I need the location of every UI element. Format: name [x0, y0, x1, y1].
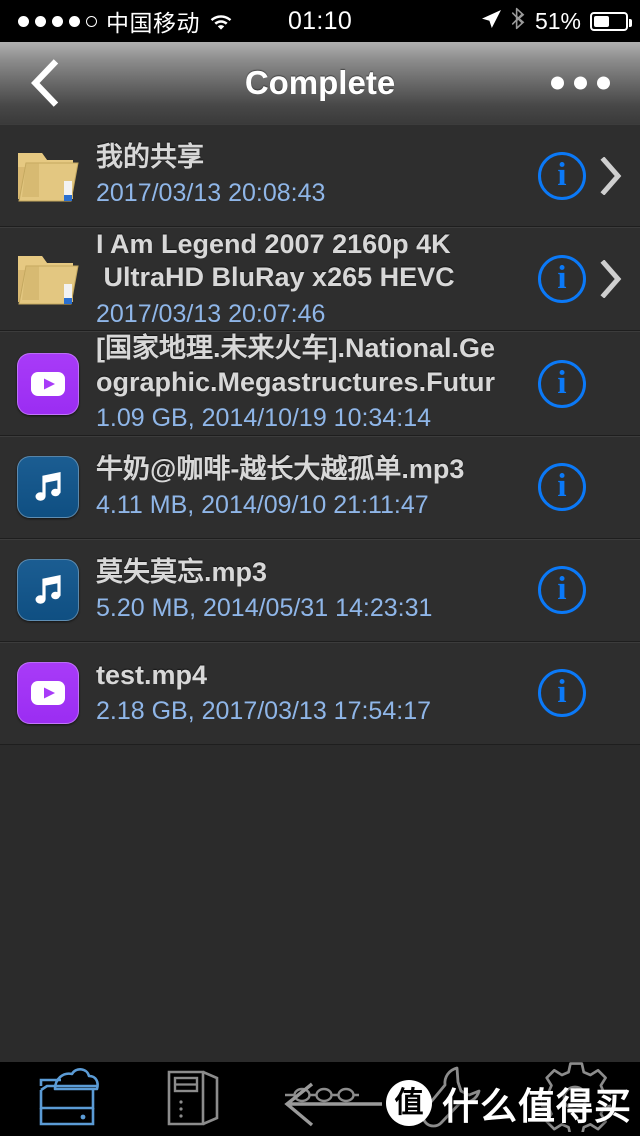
info-button[interactable]: i — [538, 255, 586, 303]
disclosure-chevron-icon[interactable] — [600, 157, 622, 195]
bottom-toolbar — [0, 1062, 640, 1136]
video-file-icon — [17, 662, 79, 724]
wrench-icon — [413, 1062, 483, 1136]
status-bar: 中国移动 01:10 51% — [0, 0, 640, 42]
info-button[interactable]: i — [538, 566, 586, 614]
file-type-icon — [0, 145, 96, 207]
disclosure-chevron-icon[interactable] — [600, 260, 622, 298]
list-item-text: 莫失莫忘.mp3 5.20 MB, 2014/05/31 14:23:31 — [96, 556, 512, 625]
chevron-spacer — [600, 674, 622, 712]
list-item-title: 我的共享 — [96, 141, 506, 174]
ellipsis-icon[interactable] — [551, 77, 610, 90]
info-button[interactable]: i — [538, 360, 586, 408]
info-button[interactable]: i — [538, 463, 586, 511]
list-item[interactable]: 我的共享 2017/03/13 20:08:43 i — [0, 124, 640, 227]
list-item-text: 牛奶@咖啡-越长大越孤单.mp3 4.11 MB, 2014/09/10 21:… — [96, 453, 512, 522]
bluetooth-icon — [511, 7, 526, 35]
tab-tools[interactable] — [384, 1062, 512, 1136]
app-root: 中国移动 01:10 51% — [0, 0, 640, 1136]
list-item-text: [国家地理.未来火车].National.Ge ographic.Megastr… — [96, 332, 512, 434]
list-item[interactable]: [国家地理.未来火车].National.Ge ographic.Megastr… — [0, 331, 640, 435]
chevron-spacer — [600, 468, 622, 506]
tab-network[interactable] — [256, 1062, 384, 1136]
list-item-title: 莫失莫忘.mp3 — [96, 556, 506, 589]
audio-file-icon — [17, 559, 79, 621]
page-title: Complete — [0, 64, 640, 102]
list-item-actions: i — [512, 360, 640, 408]
list-item-title: test.mp4 — [96, 659, 506, 692]
list-item-title: I Am Legend 2007 2160p 4K UltraHD BluRay… — [96, 228, 506, 295]
file-list: 我的共享 2017/03/13 20:08:43 i I Am Legend 2… — [0, 124, 640, 745]
list-item-actions: i — [512, 566, 640, 614]
battery-percent-label: 51% — [535, 8, 581, 35]
gear-icon — [541, 1062, 611, 1136]
list-item-subtitle: 4.11 MB, 2014/09/10 21:11:47 — [96, 489, 506, 522]
tab-settings[interactable] — [512, 1062, 640, 1136]
file-type-icon — [0, 559, 96, 621]
list-item-subtitle: 2017/03/13 20:08:43 — [96, 177, 506, 210]
file-type-icon — [0, 456, 96, 518]
file-type-icon — [0, 248, 96, 310]
info-button[interactable]: i — [538, 152, 586, 200]
list-item-title: [国家地理.未来火车].National.Ge ographic.Megastr… — [96, 332, 506, 399]
location-arrow-icon — [480, 8, 502, 35]
list-item-subtitle: 1.09 GB, 2014/10/19 10:34:14 — [96, 402, 506, 435]
navigation-bar: Complete — [0, 42, 640, 124]
list-item-actions: i — [512, 669, 640, 717]
chevron-spacer — [600, 365, 622, 403]
list-item-subtitle: 2017/03/13 20:07:46 — [96, 298, 506, 331]
list-item-text: 我的共享 2017/03/13 20:08:43 — [96, 141, 512, 210]
list-item-subtitle: 2.18 GB, 2017/03/13 17:54:17 — [96, 695, 506, 728]
list-item-actions: i — [512, 255, 640, 303]
chevron-spacer — [600, 571, 622, 609]
audio-file-icon — [17, 456, 79, 518]
cloud-nas-icon — [25, 1064, 103, 1135]
file-type-icon — [0, 662, 96, 724]
video-file-icon — [17, 353, 79, 415]
folder-icon — [15, 248, 81, 310]
server-tower-icon — [159, 1064, 225, 1135]
folder-icon — [15, 145, 81, 207]
info-button[interactable]: i — [538, 669, 586, 717]
status-bar-right: 51% — [480, 7, 628, 35]
list-item[interactable]: test.mp4 2.18 GB, 2017/03/13 17:54:17 i — [0, 642, 640, 745]
list-item-subtitle: 5.20 MB, 2014/05/31 14:23:31 — [96, 592, 506, 625]
network-nodes-icon — [281, 1082, 359, 1117]
tab-cloud-storage[interactable] — [0, 1062, 128, 1136]
tab-server[interactable] — [128, 1062, 256, 1136]
list-item-text: test.mp4 2.18 GB, 2017/03/13 17:54:17 — [96, 659, 512, 728]
list-item-text: I Am Legend 2007 2160p 4K UltraHD BluRay… — [96, 228, 512, 330]
list-item[interactable]: I Am Legend 2007 2160p 4K UltraHD BluRay… — [0, 227, 640, 331]
battery-icon — [590, 12, 628, 31]
list-item[interactable]: 牛奶@咖啡-越长大越孤单.mp3 4.11 MB, 2014/09/10 21:… — [0, 436, 640, 539]
list-item[interactable]: 莫失莫忘.mp3 5.20 MB, 2014/05/31 14:23:31 i — [0, 539, 640, 642]
file-type-icon — [0, 353, 96, 415]
list-item-actions: i — [512, 152, 640, 200]
list-item-title: 牛奶@咖啡-越长大越孤单.mp3 — [96, 453, 506, 486]
list-item-actions: i — [512, 463, 640, 511]
